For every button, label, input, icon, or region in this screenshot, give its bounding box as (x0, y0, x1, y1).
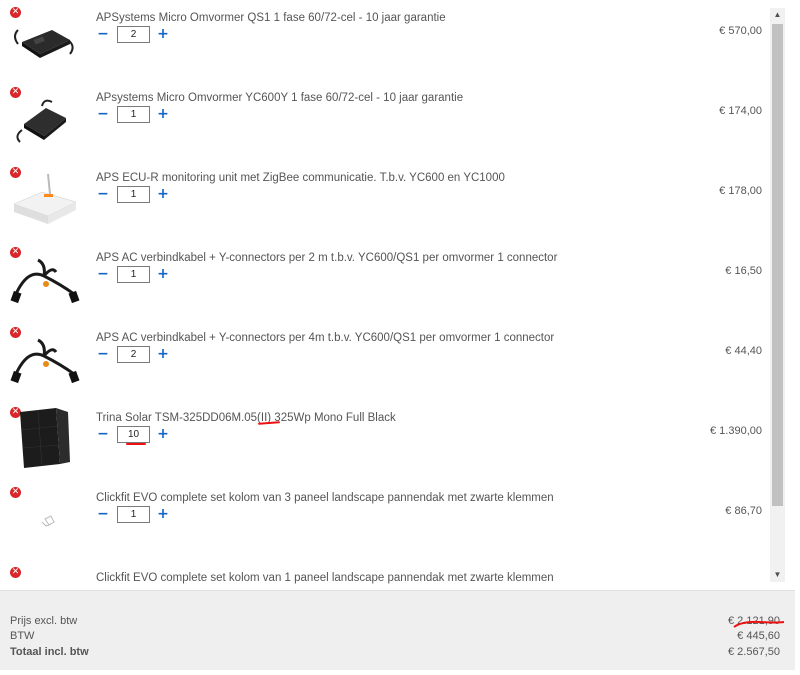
increase-quantity-button[interactable]: + (157, 187, 169, 201)
item-title: APS ECU-R monitoring unit met ZigBee com… (96, 172, 505, 184)
quantity-stepper: − + (97, 425, 169, 443)
increase-quantity-button[interactable]: + (157, 27, 169, 41)
cart-item: ✕ Clickfit EVO complete set kolom van 3 … (0, 480, 770, 560)
item-title: Clickfit EVO complete set kolom van 3 pa… (96, 492, 554, 504)
increase-quantity-button[interactable]: + (157, 347, 169, 361)
solar-panel-image (20, 408, 70, 468)
subtotal-label: Prijs excl. btw (10, 615, 78, 627)
cart-item: ✕ Trina Solar TSM-325DD06M.05(II) 325Wp … (0, 400, 770, 480)
item-title: APSystems Micro Omvormer QS1 1 fase 60/7… (96, 12, 446, 24)
item-price: € 16,50 (725, 265, 762, 277)
item-price: € 570,00 (719, 25, 762, 37)
cart-item: ✕ APsystems Micro Omvormer YC600Y 1 fase… (0, 80, 770, 160)
broken-image-icon (41, 515, 55, 527)
microinverter-image (14, 29, 74, 58)
quantity-stepper: − + (97, 185, 169, 203)
scrollbar-thumb[interactable] (772, 24, 783, 506)
remove-item-icon[interactable]: ✕ (10, 567, 21, 578)
item-title: APsystems Micro Omvormer YC600Y 1 fase 6… (96, 92, 464, 104)
cart-totals: Prijs excl. btw € 2.121,90 BTW € 445,60 … (0, 590, 795, 670)
quantity-stepper: − + (97, 25, 169, 43)
total-row: Totaal incl. btw € 2.567,50 (10, 646, 780, 662)
quantity-input[interactable] (117, 505, 150, 523)
vat-label: BTW (10, 630, 35, 642)
item-title: Trina Solar TSM-325DD06M.05(II) 325Wp Mo… (96, 412, 396, 424)
vat-row: BTW € 445,60 (10, 630, 780, 646)
quantity-input[interactable] (117, 265, 150, 283)
cart-item: ✕ Clickfit EVO complete set kolom van 1 … (0, 560, 770, 590)
item-price: € 178,00 (719, 185, 762, 197)
quantity-input[interactable] (117, 345, 150, 363)
annotation-underline (257, 421, 281, 425)
annotation-underline (733, 620, 785, 628)
decrease-quantity-button[interactable]: − (97, 347, 109, 361)
decrease-quantity-button[interactable]: − (97, 427, 109, 441)
increase-quantity-button[interactable]: + (157, 107, 169, 121)
quantity-stepper: − + (97, 505, 169, 523)
decrease-quantity-button[interactable]: − (97, 27, 109, 41)
quantity-stepper: − + (97, 105, 169, 123)
decrease-quantity-button[interactable]: − (97, 187, 109, 201)
quantity-input[interactable] (117, 185, 150, 203)
cart-item: ✕ APS ECU-R monitoring unit met ZigBee c… (0, 160, 770, 240)
subtotal-row: Prijs excl. btw € 2.121,90 (10, 615, 780, 631)
item-price: € 174,00 (719, 105, 762, 117)
increase-quantity-button[interactable]: + (157, 507, 169, 521)
cart-item: ✕ APSystems Micro Omvormer QS1 1 fase 60… (0, 0, 770, 80)
item-title: APS AC verbindkabel + Y-connectors per 4… (96, 332, 555, 344)
total-label: Totaal incl. btw (10, 646, 89, 658)
scrollbar[interactable]: ▲ ▼ (770, 8, 785, 582)
item-title: Clickfit EVO complete set kolom van 1 pa… (96, 572, 554, 584)
cart-item: ✕ APS AC verbindkabel + Y-connectors per… (0, 240, 770, 320)
item-title: APS AC verbindkabel + Y-connectors per 2… (96, 252, 558, 264)
decrease-quantity-button[interactable]: − (97, 267, 109, 281)
quantity-stepper: − + (97, 345, 169, 363)
cart-item: ✕ APS AC verbindkabel + Y-connectors per… (0, 320, 770, 400)
quantity-stepper: − + (97, 265, 169, 283)
annotation-underline (126, 443, 146, 445)
item-price: € 44,40 (725, 345, 762, 357)
microinverter-image (16, 99, 66, 143)
item-price: € 1.390,00 (710, 425, 762, 437)
ecu-router-image (13, 173, 77, 224)
total-value: € 2.567,50 (728, 646, 780, 658)
item-price: € 86,70 (725, 505, 762, 517)
vat-value: € 445,60 (737, 630, 780, 642)
decrease-quantity-button[interactable]: − (97, 507, 109, 521)
increase-quantity-button[interactable]: + (157, 427, 169, 441)
scroll-down-arrow-icon[interactable]: ▼ (770, 568, 785, 582)
quantity-input[interactable] (117, 105, 150, 123)
decrease-quantity-button[interactable]: − (97, 107, 109, 121)
y-connector-cable-image (10, 258, 80, 304)
scroll-up-arrow-icon[interactable]: ▲ (770, 8, 785, 22)
quantity-input[interactable] (117, 425, 150, 443)
quantity-input[interactable] (117, 25, 150, 43)
y-connector-cable-image (10, 338, 80, 384)
cart-list: ✕ APSystems Micro Omvormer QS1 1 fase 60… (0, 0, 800, 590)
increase-quantity-button[interactable]: + (157, 267, 169, 281)
